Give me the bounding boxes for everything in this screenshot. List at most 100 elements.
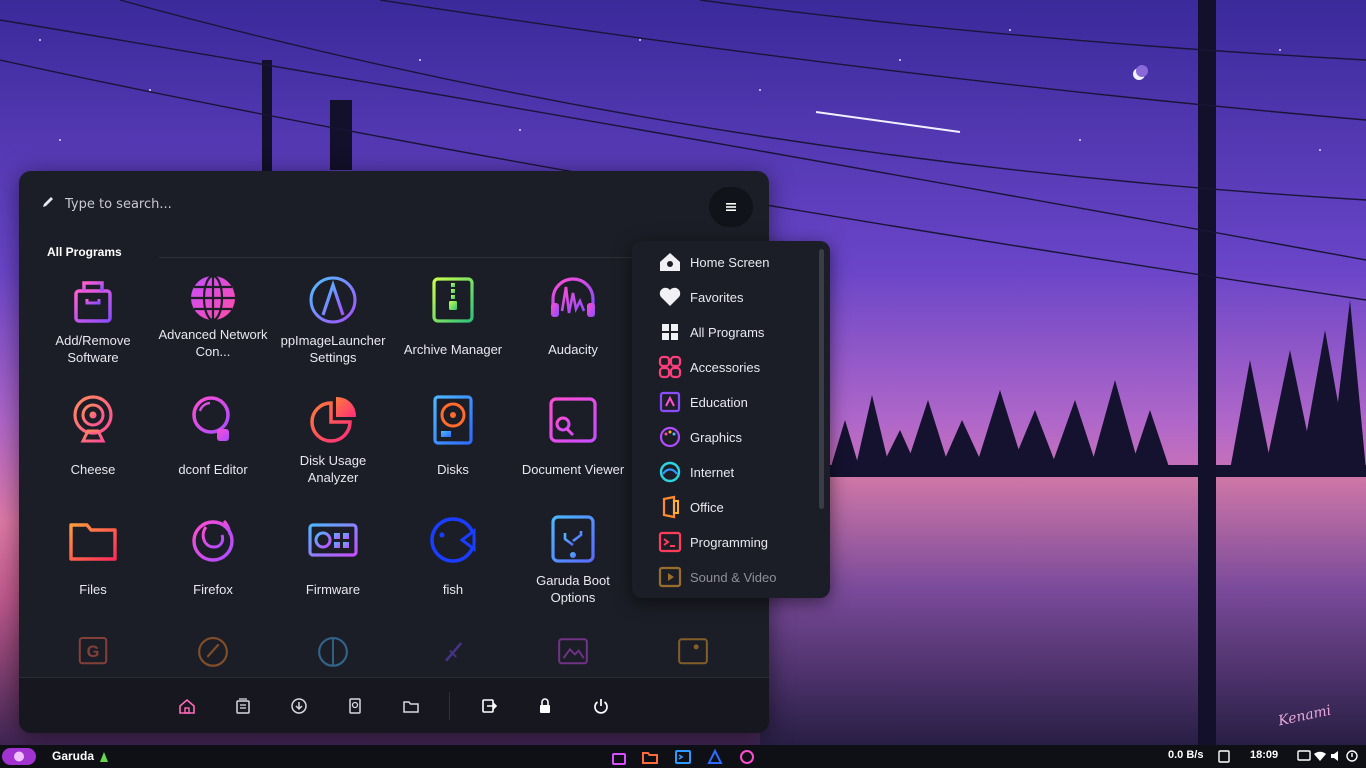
app-archive-manager[interactable]: Archive Manager [393, 267, 513, 377]
garuda-logo-icon [14, 751, 24, 762]
lock-button[interactable] [535, 696, 555, 716]
category-all-programs[interactable]: All Programs [658, 319, 764, 345]
volume-icon[interactable] [1329, 749, 1343, 766]
app-files[interactable]: Files [33, 507, 153, 617]
clock[interactable]: 18:09 [1250, 749, 1278, 761]
fish-icon [430, 517, 476, 563]
folder-icon [69, 523, 117, 561]
section-title: All Programs [47, 245, 122, 259]
display-icon[interactable] [1297, 749, 1311, 766]
disk-button[interactable] [345, 696, 365, 716]
category-label: Internet [690, 464, 735, 480]
category-internet[interactable]: Internet [658, 459, 734, 485]
folder-button[interactable] [401, 696, 421, 716]
app-label: Disk Usage Analyzer [299, 453, 367, 485]
power-button[interactable] [591, 696, 611, 716]
app-label: Files [79, 581, 107, 597]
app-partial[interactable] [633, 627, 753, 667]
home-button[interactable] [177, 696, 197, 716]
task-item[interactable] [674, 748, 694, 766]
downloads-icon [291, 698, 307, 714]
app-label: ppImageLauncher Settings [280, 333, 386, 365]
search-input[interactable]: Type to search... [65, 197, 172, 212]
active-window-title: Garuda [52, 749, 95, 763]
hamburger-menu-button[interactable] [709, 187, 753, 227]
office-icon [662, 495, 679, 519]
app-partial[interactable] [513, 627, 633, 667]
app-label: Firmware [305, 581, 361, 597]
appimage-a-icon [309, 276, 357, 324]
sword-icon [445, 642, 463, 662]
app-firmware[interactable]: Firmware [273, 507, 393, 617]
app-label: Archive Manager [403, 341, 503, 357]
archive-zip-icon [432, 277, 474, 323]
media-player-icon [658, 566, 682, 588]
firefox-icon [192, 519, 234, 562]
app-appimagelauncher-settings[interactable]: ppImageLauncher Settings [273, 267, 393, 377]
app-advanced-network[interactable]: Advanced Network Con... [153, 267, 273, 377]
photo-icon [678, 638, 708, 665]
documents-button[interactable] [233, 696, 253, 716]
app-partial[interactable] [273, 627, 393, 667]
hard-disk-icon [433, 395, 473, 445]
task-item[interactable] [610, 748, 630, 766]
category-accessories[interactable]: Accessories [658, 354, 760, 380]
hamburger-icon [726, 203, 736, 211]
notifications-icon[interactable] [1345, 749, 1359, 766]
category-label: Favorites [690, 289, 744, 305]
wifi-icon[interactable] [1313, 749, 1327, 766]
logout-icon [482, 699, 498, 713]
app-audacity[interactable]: Audacity [513, 267, 633, 377]
education-icon [659, 391, 681, 413]
headphones-waveform-icon [551, 277, 595, 317]
category-programming[interactable]: Programming [658, 529, 768, 555]
category-label: Office [690, 499, 724, 515]
app-disks[interactable]: Disks [393, 387, 513, 497]
lock-icon [540, 698, 550, 713]
firefox-icon [740, 750, 754, 764]
app-disk-usage-analyzer[interactable]: Disk Usage Analyzer [273, 387, 393, 497]
category-label: All Programs [690, 324, 765, 340]
task-item[interactable] [738, 748, 758, 766]
search-bar[interactable]: Type to search... [41, 189, 172, 219]
svg-text:G: G [87, 643, 100, 661]
app-label: dconf Editor [178, 461, 248, 477]
app-partial[interactable]: G [33, 627, 153, 667]
app-partial[interactable] [393, 627, 513, 667]
app-launcher-button[interactable] [2, 748, 36, 765]
app-label: Add/Remove Software [55, 333, 131, 365]
category-sound-video[interactable]: Sound & Video [658, 564, 777, 590]
app-cheese[interactable]: Cheese [33, 387, 153, 497]
task-item[interactable] [706, 748, 726, 766]
app-firefox[interactable]: Firefox [153, 507, 273, 617]
app-add-remove-software[interactable]: Add/Remove Software [33, 267, 153, 377]
category-office[interactable]: Office [658, 494, 724, 520]
category-home-screen[interactable]: Home Screen [658, 249, 769, 275]
logout-button[interactable] [479, 696, 499, 716]
category-favorites[interactable]: Favorites [658, 284, 743, 310]
category-graphics[interactable]: Graphics [658, 424, 742, 450]
task-item[interactable] [641, 748, 661, 766]
pencil-icon [41, 195, 55, 213]
app-label: Cheese [70, 461, 116, 477]
downloads-button[interactable] [289, 696, 309, 716]
category-education[interactable]: Education [658, 389, 748, 415]
app-garuda-boot-options[interactable]: Garuda Boot Options [513, 507, 633, 617]
app-label: fish [442, 581, 464, 597]
category-scrollbar[interactable] [819, 249, 824, 509]
app-fish[interactable]: fish [393, 507, 513, 617]
folder-icon [403, 701, 419, 713]
terminal-icon [658, 531, 682, 553]
app-partial[interactable] [153, 627, 273, 667]
app-dconf-editor[interactable]: dconf Editor [153, 387, 273, 497]
taskbar: Garuda 0.0 B/s 18:09 [0, 745, 1366, 768]
category-label: Home Screen [690, 254, 770, 270]
globe-icon [191, 274, 235, 322]
pie-chart-icon [310, 396, 357, 443]
app-label: Advanced Network Con... [158, 327, 268, 359]
webcam-icon [73, 395, 113, 443]
clipboard-icon[interactable] [1218, 749, 1230, 766]
documents-icon [236, 698, 250, 714]
category-label: Sound & Video [690, 569, 777, 585]
app-document-viewer[interactable]: Document Viewer [513, 387, 633, 497]
